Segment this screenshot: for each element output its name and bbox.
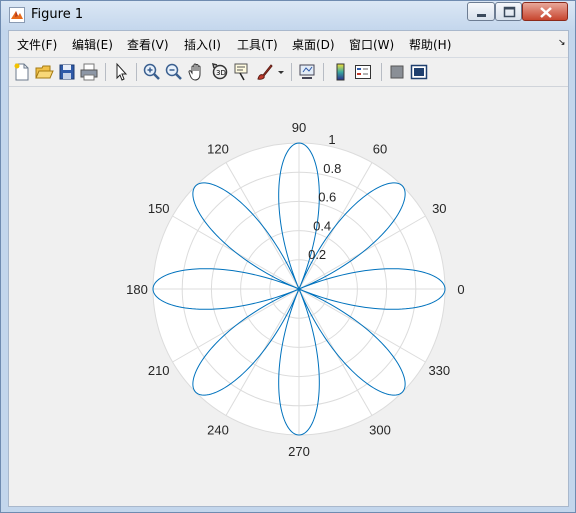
legend-icon[interactable] [353,62,373,82]
show-plot-tools-icon[interactable] [409,62,429,82]
figure-toolbar: 3D [9,58,568,87]
menu-insert[interactable]: 插入(I) [184,36,221,53]
brush-icon[interactable] [255,62,275,82]
r-tick-label: 0.8 [323,161,341,176]
theta-tick-label: 330 [428,363,450,378]
data-cursor-icon[interactable] [232,62,252,82]
hide-plot-tools-icon[interactable] [387,62,407,82]
menu-view[interactable]: 查看(V) [127,36,169,53]
save-icon[interactable] [57,62,77,82]
open-file-icon[interactable] [34,62,54,82]
menu-bar: 文件(F) 编辑(E) 查看(V) 插入(I) 工具(T) 桌面(D) 窗口(W… [9,31,568,58]
minimize-icon [477,14,486,17]
r-tick-label: 0.6 [318,190,336,205]
polar-axes[interactable]: 0 30 60 90 120 150 180 210 240 270 300 330 0.2 0.4 0.6… [9,87,568,506]
pan-hand-icon[interactable] [187,62,207,82]
matlab-logo-icon [9,7,25,23]
r-tick-label: 1 [328,132,335,147]
svg-text:3D: 3D [216,69,226,77]
figure-client-area: 文件(F) 编辑(E) 查看(V) 插入(I) 工具(T) 桌面(D) 窗口(W… [8,30,569,507]
menu-overflow-icon[interactable]: ↘ [558,38,566,48]
maximize-button[interactable] [495,2,522,21]
minimize-button[interactable] [467,2,495,21]
new-figure-icon[interactable] [12,62,32,82]
theta-tick-label: 0 [457,282,464,297]
pointer-icon[interactable] [111,62,131,82]
print-icon[interactable] [79,62,99,82]
theta-tick-label: 90 [292,120,306,135]
menu-tools[interactable]: 工具(T) [237,36,278,53]
title-bar[interactable]: Figure 1 [1,1,575,29]
figure-canvas[interactable]: 0 30 60 90 120 150 180 210 240 270 300 330 0.2 0.4 0.6… [9,87,568,506]
theta-tick-label: 180 [126,282,148,297]
theta-tick-label: 210 [148,363,170,378]
toolbar-separator [291,63,292,81]
theta-tick-label: 300 [369,422,391,437]
colorbar-icon[interactable] [331,62,351,82]
close-button[interactable] [522,2,568,21]
menu-help[interactable]: 帮助(H) [409,36,451,53]
theta-tick-label: 120 [207,142,229,157]
toolbar-separator [381,63,382,81]
link-plot-icon[interactable] [297,62,317,82]
toolbar-separator [105,63,106,81]
zoom-out-icon[interactable] [164,62,184,82]
theta-tick-label: 270 [288,444,310,459]
r-tick-label: 0.4 [313,219,331,234]
maximize-icon [503,6,516,18]
theta-tick-label: 150 [148,201,170,216]
close-icon [540,7,552,18]
menu-file[interactable]: 文件(F) [17,36,57,53]
r-tick-label: 0.2 [308,247,326,262]
menu-edit[interactable]: 编辑(E) [72,36,113,53]
toolbar-separator [323,63,324,81]
window-title: Figure 1 [31,7,84,22]
theta-tick-label: 240 [207,422,229,437]
zoom-in-icon[interactable] [142,62,162,82]
brush-dropdown-icon[interactable] [276,62,286,82]
toolbar-separator [136,63,137,81]
menu-window[interactable]: 窗口(W) [349,36,394,53]
theta-tick-label: 30 [432,201,446,216]
theta-tick-label: 60 [373,142,387,157]
menu-desktop[interactable]: 桌面(D) [292,36,335,53]
figure-window: Figure 1 文件(F) 编辑(E) 查看(V) 插入(I) 工具(T) 桌… [0,0,576,513]
rotate-3d-icon[interactable]: 3D [210,62,230,82]
